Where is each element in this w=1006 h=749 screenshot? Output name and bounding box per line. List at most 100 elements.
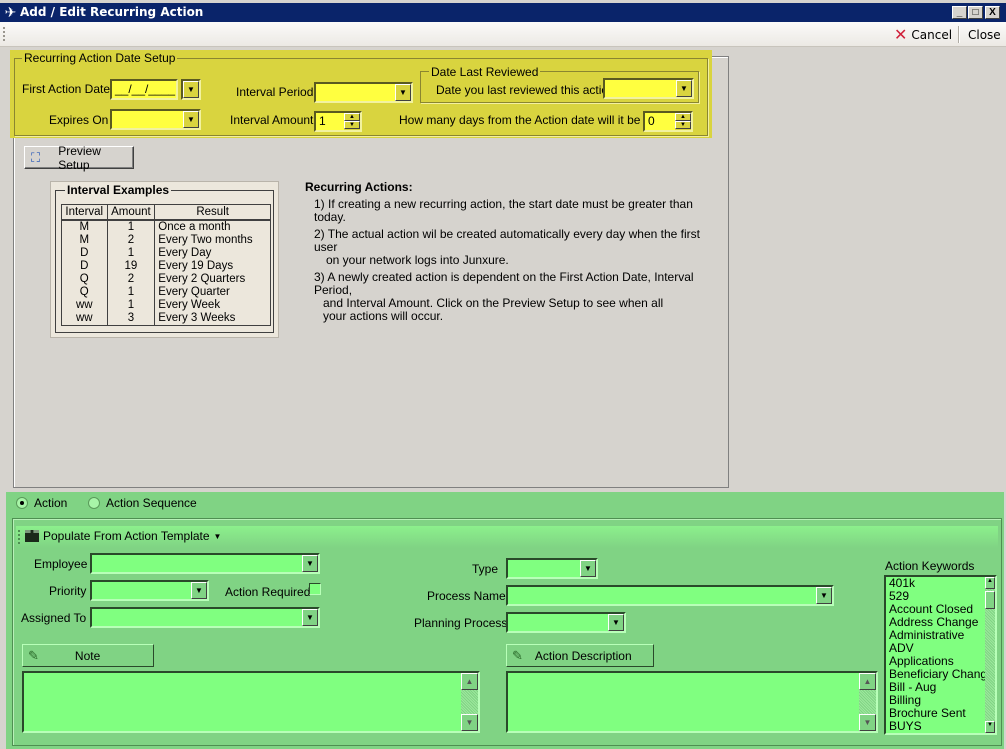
first-action-date-input[interactable]: __/__/____ <box>110 79 178 100</box>
scroll-up-icon[interactable]: ▲ <box>461 673 478 690</box>
scroll-down-icon[interactable]: ▼ <box>859 714 876 731</box>
preview-setup-label: Preview Setup <box>58 143 101 172</box>
interval-examples-panel: Interval Examples Interval Amount Result M… <box>50 181 279 338</box>
table-cell: Q <box>61 272 108 286</box>
action-keywords-list[interactable]: 401k 529 Account Closed Address Change Admin… <box>884 575 997 735</box>
table-cell: 1 <box>106 219 156 234</box>
action-keywords-label: Action Keywords <box>885 559 975 573</box>
note-item: 3) A newly created action is dependent o… <box>305 271 705 323</box>
spin-up-icon[interactable]: ▲ <box>675 113 691 121</box>
scroll-down-icon[interactable]: ▼ <box>461 714 478 731</box>
maximize-button[interactable]: □ <box>968 6 983 19</box>
description-scrollbar[interactable]: ▲ ▼ <box>859 673 876 731</box>
preview-setup-button[interactable]: ⛶ Preview Setup <box>24 143 134 172</box>
note-text-cont: and Interval Amount. Click on the Previe… <box>323 296 664 323</box>
first-action-date-value: __/__/____ <box>115 82 176 96</box>
first-action-date-label: First Action Date <box>22 82 111 96</box>
toolbar-grip[interactable] <box>3 27 5 41</box>
process-name-label: Process Name <box>427 589 506 603</box>
template-toolbar-grip[interactable] <box>18 530 20 544</box>
toolbar-separator <box>958 26 960 43</box>
chevron-down-icon: ▼ <box>580 560 596 577</box>
radio-action-sequence[interactable]: Action Sequence <box>88 496 197 510</box>
scrollbar-thumb[interactable] <box>985 591 995 609</box>
populate-template-label: Populate From Action Template <box>43 529 210 543</box>
minimize-button[interactable]: _ <box>952 6 967 19</box>
radio-unselected-icon <box>88 497 100 509</box>
chevron-down-icon: ▼ <box>395 84 411 101</box>
table-row: M 2 Every Two months <box>61 233 271 247</box>
table-cell: Every 3 Weeks <box>154 311 271 326</box>
planning-process-select[interactable]: ▼ <box>506 612 626 633</box>
close-button[interactable]: Close <box>968 26 1001 43</box>
table-row: Q 1 Every Quarter <box>61 285 271 299</box>
due-days-stepper[interactable]: 0 ▲ ▼ <box>643 111 693 132</box>
expires-on-select[interactable]: ▼ <box>110 109 201 130</box>
spin-up-icon[interactable]: ▲ <box>344 113 360 121</box>
edit-note-icon: ✎ <box>28 647 39 663</box>
note-button[interactable]: ✎ Note <box>22 644 154 667</box>
date-reviewed-select[interactable]: ▼ <box>603 78 694 99</box>
note-button-label: Note <box>74 648 101 663</box>
action-required-checkbox[interactable] <box>309 583 321 595</box>
table-cell: 19 <box>106 259 156 273</box>
cancel-button[interactable]: ✕ Cancel <box>894 26 952 43</box>
table-cell: M <box>61 233 108 247</box>
keywords-scrollbar[interactable]: ▲ ▼ <box>985 577 995 733</box>
employee-label: Employee <box>34 557 88 571</box>
note-textarea[interactable]: ▲ ▼ <box>22 671 480 733</box>
type-select[interactable]: ▼ <box>506 558 598 579</box>
table-cell: Every Day <box>154 246 271 260</box>
window-title: Add / Edit Recurring Action <box>20 5 204 19</box>
table-cell: Every 2 Quarters <box>154 272 271 286</box>
table-cell: ww <box>61 298 108 312</box>
interval-amount-value: 1 <box>319 114 326 128</box>
chevron-down-icon: ▼ <box>302 555 318 572</box>
cancel-label: Cancel <box>911 27 953 42</box>
template-toolbar: Populate From Action Template ▼ <box>16 526 998 548</box>
table-cell: 1 <box>106 246 156 260</box>
keyword-list-item[interactable]: BUYS <box>886 720 984 733</box>
spin-down-icon[interactable]: ▼ <box>675 121 691 129</box>
employee-select[interactable]: ▼ <box>90 553 320 574</box>
chevron-down-icon: ▼ <box>608 614 624 631</box>
table-cell: ww <box>61 311 108 326</box>
column-header: Result <box>154 204 271 221</box>
action-description-button[interactable]: ✎ Action Description <box>506 644 654 667</box>
interval-period-select[interactable]: ▼ <box>314 82 413 103</box>
table-cell: Q <box>61 285 108 299</box>
chevron-down-icon: ▼ <box>183 81 199 98</box>
priority-select[interactable]: ▼ <box>90 580 209 601</box>
note-text: 2) The actual action wil be created auto… <box>314 227 700 254</box>
expires-on-label: Expires On <box>49 113 109 127</box>
note-scrollbar[interactable]: ▲ ▼ <box>461 673 478 731</box>
first-action-date-dropdown[interactable]: ▼ <box>181 79 201 100</box>
due-days-label: How many days from the Action date will … <box>399 113 664 127</box>
scroll-down-icon[interactable]: ▼ <box>985 721 995 733</box>
table-cell: 3 <box>106 311 156 326</box>
scroll-up-icon[interactable]: ▲ <box>985 577 995 589</box>
interval-amount-label: Interval Amount <box>230 113 314 127</box>
table-cell: D <box>61 259 108 273</box>
interval-amount-stepper[interactable]: 1 ▲ ▼ <box>314 111 362 132</box>
radio-action[interactable]: Action <box>16 496 67 510</box>
due-days-spin[interactable]: ▲ ▼ <box>675 113 691 130</box>
assigned-to-select[interactable]: ▼ <box>90 607 320 628</box>
close-window-button[interactable]: X <box>985 6 1000 19</box>
table-cell: D <box>61 246 108 260</box>
clapperboard-icon <box>25 530 39 542</box>
populate-template-button[interactable]: Populate From Action Template ▼ <box>25 529 221 543</box>
interval-amount-spin[interactable]: ▲ ▼ <box>344 113 360 130</box>
action-description-label: Action Description <box>534 648 632 663</box>
table-row: Q 2 Every 2 Quarters <box>61 272 271 286</box>
note-text: 1) If creating a new recurring action, t… <box>314 197 693 224</box>
process-name-select[interactable]: ▼ <box>506 585 834 606</box>
action-description-textarea[interactable]: ▲ ▼ <box>506 671 878 733</box>
interval-examples-group: Interval Examples Interval Amount Result M… <box>55 183 274 333</box>
scroll-up-icon[interactable]: ▲ <box>859 673 876 690</box>
recurring-notes-heading: Recurring Actions: <box>305 180 413 194</box>
table-cell: Every Quarter <box>154 285 271 299</box>
interval-examples-title: Interval Examples <box>65 183 172 197</box>
spin-down-icon[interactable]: ▼ <box>344 121 360 129</box>
chevron-down-icon: ▼ <box>213 531 222 541</box>
